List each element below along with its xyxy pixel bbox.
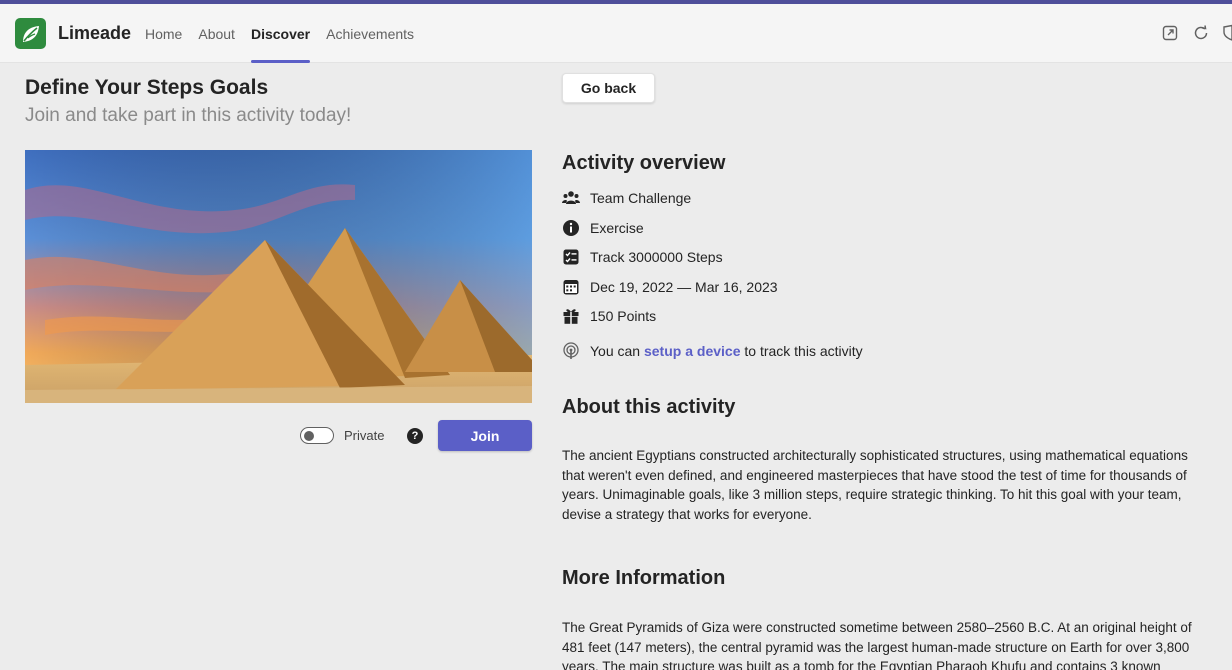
go-back-button[interactable]: Go back: [562, 73, 655, 103]
join-button[interactable]: Join: [438, 420, 532, 451]
overview-device-row: You can setup a device to track this act…: [562, 341, 863, 361]
pyramids-image: [25, 150, 532, 403]
about-text: The ancient Egyptians constructed archit…: [562, 448, 1188, 522]
toggle-knob: [304, 430, 314, 441]
more-info-heading: More Information: [562, 567, 726, 589]
app-name: Limeade: [58, 23, 132, 43]
activity-subtitle: Join and take part in this activity toda…: [25, 105, 352, 126]
overview-item-label: 150 Points: [590, 308, 657, 324]
people-icon: [562, 191, 580, 204]
setup-device-link[interactable]: setup a device: [644, 343, 741, 359]
overview-item-label: Exercise: [590, 220, 644, 236]
overview-item-type: Team Challenge: [562, 188, 691, 208]
more-info-text: The Great Pyramids of Giza were construc…: [562, 620, 1192, 670]
private-label: Private: [344, 428, 385, 443]
popout-icon[interactable]: [1161, 24, 1179, 42]
device-icon: [563, 342, 579, 359]
main-nav: Home About Discover Achievements: [145, 4, 422, 63]
overview-item-dates: Dec 19, 2022 — Mar 16, 2023: [562, 277, 778, 297]
overview-item-label: Team Challenge: [590, 190, 692, 206]
leaf-icon: [22, 25, 39, 42]
overview-item-category: Exercise: [562, 218, 644, 238]
nav-home[interactable]: Home: [145, 4, 190, 63]
nav-achievements[interactable]: Achievements: [318, 4, 422, 63]
gift-icon: [563, 309, 579, 324]
overview-heading: Activity overview: [562, 152, 726, 174]
help-icon[interactable]: ?: [407, 428, 423, 444]
activity-title: Define Your Steps Goals: [25, 76, 269, 99]
device-text-prefix: You can: [590, 343, 644, 359]
overview-item-label: Dec 19, 2022 — Mar 16, 2023: [590, 279, 778, 295]
overview-item-goal: Track 3000000 Steps: [562, 247, 723, 267]
overview-item-label: Track 3000000 Steps: [590, 249, 723, 265]
device-text-suffix: to track this activity: [740, 343, 863, 359]
about-heading: About this activity: [562, 396, 736, 418]
refresh-icon[interactable]: [1192, 24, 1210, 42]
limeade-logo: [15, 18, 46, 49]
app-header: Limeade Home About Discover Achievements: [0, 4, 1232, 63]
overview-item-points: 150 Points: [562, 306, 656, 326]
private-toggle[interactable]: [300, 427, 334, 444]
shield-icon[interactable]: [1222, 24, 1232, 42]
checklist-icon: [563, 249, 579, 265]
calendar-icon: [563, 280, 579, 295]
nav-about[interactable]: About: [190, 4, 243, 63]
info-icon: [563, 220, 579, 236]
nav-discover[interactable]: Discover: [243, 4, 318, 63]
